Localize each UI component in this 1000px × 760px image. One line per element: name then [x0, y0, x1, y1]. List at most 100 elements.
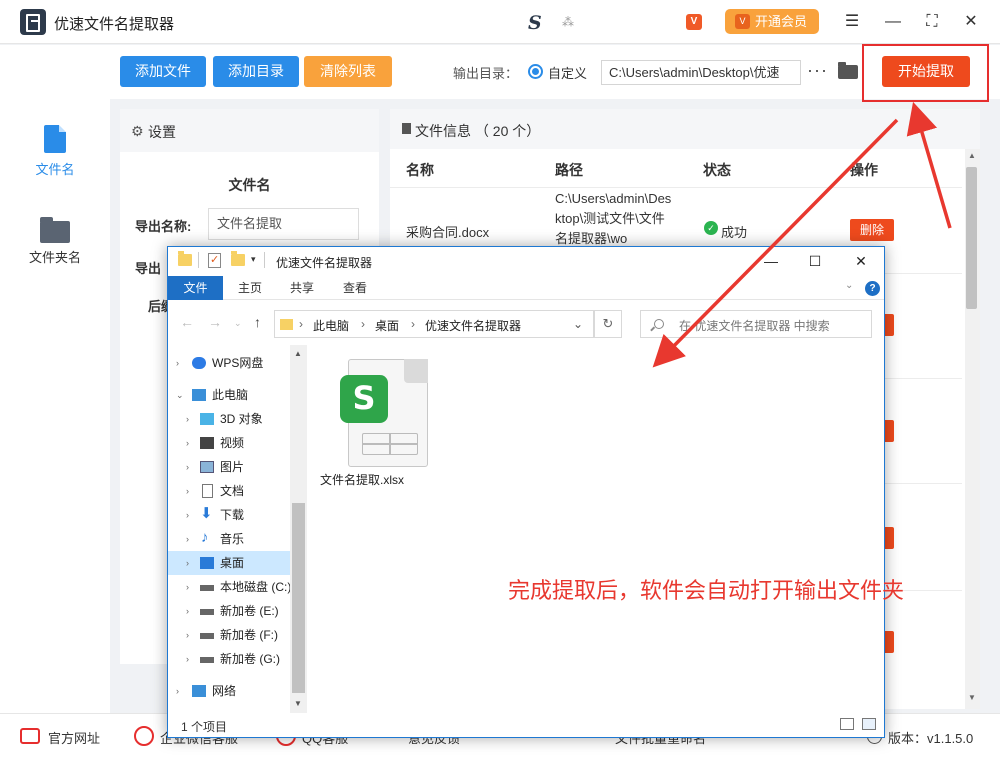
close-icon[interactable]: ✕ — [959, 10, 983, 34]
expand-icon[interactable]: › — [186, 647, 189, 671]
menu-icon[interactable]: ☰ — [840, 10, 864, 34]
expand-icon[interactable]: › — [186, 575, 189, 599]
refresh-icon[interactable]: ↻ — [594, 310, 622, 338]
expand-icon[interactable]: › — [186, 623, 189, 647]
expand-icon[interactable]: › — [186, 455, 189, 479]
expand-icon[interactable]: › — [176, 679, 179, 703]
properties-icon[interactable] — [208, 253, 221, 268]
forward-icon[interactable]: → — [208, 314, 222, 330]
quick-access-dropdown-icon[interactable]: ▾ — [251, 254, 256, 265]
expand-icon[interactable]: › — [186, 503, 189, 527]
custom-radio[interactable] — [528, 64, 543, 79]
new-folder-icon[interactable] — [231, 251, 245, 266]
tree-item-downloads[interactable]: › ⬇ 下载 — [168, 503, 290, 527]
clear-list-button[interactable]: 清除列表 — [304, 56, 392, 87]
open-folder-icon[interactable] — [838, 62, 858, 79]
tree-item-videos[interactable]: › 视频 — [168, 431, 290, 455]
file-list-area[interactable]: S 文件名提取.xlsx 完成提取后，软件会自动打开输出文件夹 — [308, 345, 904, 713]
more-options-button[interactable]: ··· — [807, 60, 828, 81]
maximize-icon[interactable]: ⛶ — [920, 10, 944, 34]
tree-item-music[interactable]: › ♪ 音乐 — [168, 527, 290, 551]
large-icons-view-icon[interactable] — [862, 718, 876, 730]
nav-item-folder-name[interactable]: 文件夹名 — [0, 203, 110, 273]
explorer-title-bar[interactable]: ▾ 优速文件名提取器 — ☐ ✕ — [168, 247, 884, 275]
ribbon-expand-icon[interactable]: ⌄ — [845, 280, 853, 291]
gear-icon: ⚙ — [131, 123, 144, 139]
ribbon-tab-file[interactable]: 文件 — [168, 276, 223, 300]
expand-icon[interactable]: › — [186, 407, 189, 431]
folder-icon — [280, 319, 293, 330]
delete-button[interactable] — [884, 631, 894, 653]
breadcrumb-folder[interactable]: 优速文件名提取器 — [425, 317, 521, 334]
breadcrumb-desktop[interactable]: 桌面 — [375, 317, 399, 334]
tree-item-volume-f[interactable]: › 新加卷 (F:) — [168, 623, 290, 647]
add-file-button[interactable]: 添加文件 — [120, 56, 206, 87]
search-input[interactable]: 在 优速文件名提取器 中搜索 — [640, 310, 872, 338]
expand-icon[interactable]: › — [186, 551, 189, 575]
app-title: 优速文件名提取器 — [54, 16, 175, 33]
tree-item-this-pc[interactable]: ⌄ 此电脑 — [168, 383, 290, 407]
explorer-close-icon[interactable]: ✕ — [850, 250, 872, 272]
explorer-window[interactable]: ▾ 优速文件名提取器 — ☐ ✕ 文件 主页 共享 查看 ⌄ ? ← → ⌄ ↑… — [167, 246, 904, 738]
open-vip-label: 开通会员 — [755, 14, 808, 29]
tree-item-volume-e[interactable]: › 新加卷 (E:) — [168, 599, 290, 623]
expand-icon[interactable]: › — [186, 527, 189, 551]
file-name-label[interactable]: 文件名提取.xlsx — [320, 471, 404, 488]
settings-subtitle: 文件名 — [228, 177, 271, 193]
address-row: ← → ⌄ ↑ › 此电脑 › 桌面 › 优速文件名提取器 ⌄ ↻ 在 优速文件… — [168, 305, 884, 345]
tree-item-desktop[interactable]: › 桌面 — [168, 551, 290, 575]
delete-button[interactable]: 删除 — [850, 219, 894, 241]
expand-icon[interactable]: › — [186, 599, 189, 623]
tree-item-local-disk-c[interactable]: › 本地磁盘 (C:) — [168, 575, 291, 599]
collapse-icon[interactable]: ⌄ — [176, 383, 184, 407]
expand-icon[interactable]: › — [186, 431, 189, 455]
back-icon[interactable]: ← — [180, 314, 194, 330]
row-status: 成功 — [721, 225, 748, 240]
tree-scrollbar-thumb[interactable] — [292, 503, 305, 693]
title-bar: 优速文件名提取器 S ⁂ V V 开通会员 ☰ — ⛶ ✕ — [0, 0, 1000, 44]
expand-icon[interactable]: › — [176, 351, 179, 375]
output-path-field[interactable]: C:\Users\admin\Desktop\优速 — [601, 60, 801, 85]
explorer-minimize-icon[interactable]: — — [760, 250, 782, 272]
scrollbar-thumb[interactable] — [966, 167, 977, 309]
scroll-down-icon[interactable]: ▼ — [294, 699, 302, 708]
add-directory-button[interactable]: 添加目录 — [213, 56, 299, 87]
delete-button[interactable] — [884, 314, 894, 336]
tree-item-network[interactable]: › 网络 — [168, 679, 290, 703]
up-icon[interactable]: ↑ — [254, 314, 261, 330]
explorer-maximize-icon[interactable]: ☐ — [804, 250, 826, 272]
version-label: 版本：v1.1.5.0 — [888, 731, 974, 746]
breadcrumb-this-pc[interactable]: 此电脑 — [313, 317, 349, 334]
ribbon-tab-view[interactable]: 查看 — [331, 276, 379, 300]
details-view-icon[interactable] — [840, 718, 854, 730]
file-info-header: 文件信息 （ 20 个） — [390, 109, 980, 149]
ribbon-tab-share[interactable]: 共享 — [278, 276, 326, 300]
delete-button[interactable] — [884, 420, 894, 442]
open-vip-button[interactable]: V 开通会员 — [725, 9, 819, 34]
tree-item-wps[interactable]: › WPS网盘 — [168, 351, 290, 375]
address-bar[interactable]: › 此电脑 › 桌面 › 优速文件名提取器 ⌄ — [274, 310, 594, 338]
vip-badge-icon[interactable]: V — [686, 14, 702, 30]
network-icon — [192, 685, 206, 697]
scroll-down-icon[interactable]: ▼ — [966, 693, 978, 702]
delete-button[interactable] — [884, 527, 894, 549]
help-icon[interactable]: ? — [865, 281, 880, 296]
xlsx-file-item[interactable]: S — [340, 359, 430, 469]
scroll-up-icon[interactable]: ▲ — [966, 151, 978, 160]
start-extract-button[interactable]: 开始提取 — [882, 56, 970, 87]
tree-item-documents[interactable]: › 文档 — [168, 479, 290, 503]
export-name-input[interactable]: 文件名提取 — [208, 208, 359, 240]
official-website-link[interactable]: 官方网址 — [48, 728, 100, 747]
expand-icon[interactable]: › — [186, 479, 189, 503]
tree-item-volume-g[interactable]: › 新加卷 (G:) — [168, 647, 290, 671]
address-dropdown-icon[interactable]: ⌄ — [573, 317, 583, 331]
col-status-header: 状态 — [703, 162, 731, 178]
nav-item-file-name[interactable]: 文件名 — [0, 115, 110, 185]
ribbon-tab-home[interactable]: 主页 — [226, 276, 274, 300]
scroll-up-icon[interactable]: ▲ — [294, 349, 302, 358]
tree-item-pictures[interactable]: › 图片 — [168, 455, 290, 479]
tree-item-3d-objects[interactable]: › 3D 对象 — [168, 407, 290, 431]
file-info-title: 文件信息 （ 20 个） — [415, 123, 541, 139]
minimize-icon[interactable]: — — [881, 10, 905, 34]
recent-dropdown-icon[interactable]: ⌄ — [234, 318, 242, 329]
